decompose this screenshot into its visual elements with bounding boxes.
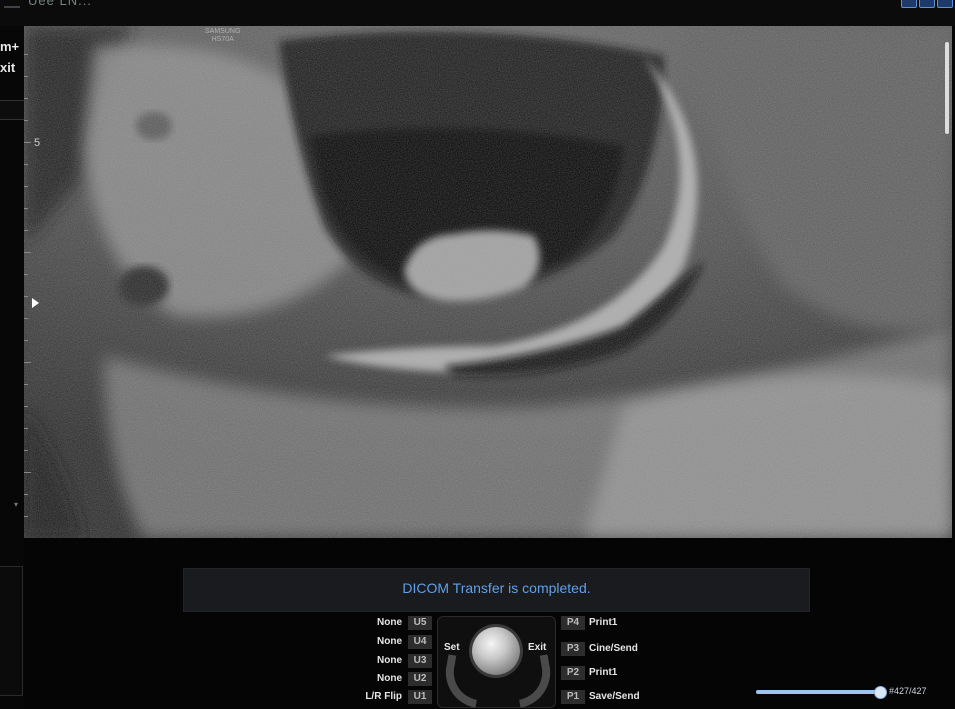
ultrasound-scan-graphic (24, 26, 952, 538)
left-menu-divider (0, 100, 25, 120)
left-menu-label-top[interactable]: m+ (0, 39, 19, 54)
title-bar: Uee LN... (0, 0, 955, 26)
print-key-p3[interactable]: P3 Cine/Send (561, 642, 671, 656)
print-key-badge: P2 (561, 666, 585, 680)
window-title: Uee LN... (28, 0, 92, 8)
brand-line-2: HS70A (211, 36, 234, 43)
user-key-u1[interactable]: L/R Flip U1 (340, 690, 432, 704)
menu-icon[interactable] (4, 0, 20, 8)
focus-marker-icon[interactable] (32, 298, 39, 308)
cine-frame-counter: #427/427 (889, 686, 927, 696)
print-key-badge: P3 (561, 642, 585, 656)
user-key-u5[interactable]: None U5 (360, 616, 432, 630)
print-key-label: Print1 (589, 617, 618, 628)
depth-label: 5 (34, 137, 41, 149)
trackball-set-label[interactable]: Set (444, 642, 460, 653)
user-key-badge: U4 (408, 635, 432, 649)
print-key-label: Save/Send (589, 691, 640, 702)
user-key-label: None (377, 617, 402, 628)
user-key-u4[interactable]: None U4 (360, 635, 432, 649)
left-menu-label-exit[interactable]: xit (0, 60, 15, 75)
window-controls (901, 0, 953, 8)
trackball-left-button[interactable] (440, 654, 484, 708)
left-lower-panel (0, 566, 23, 696)
user-key-u3[interactable]: None U3 (360, 654, 432, 668)
device-brand: SAMSUNG HS70A (205, 28, 240, 44)
user-key-badge: U2 (408, 672, 432, 686)
print-key-p4[interactable]: P4 Print1 (561, 616, 671, 630)
user-key-label: L/R Flip (365, 691, 402, 702)
ultrasound-image[interactable] (24, 26, 952, 538)
print-key-p2[interactable]: P2 Print1 (561, 666, 671, 680)
print-key-p1[interactable]: P1 Save/Send (561, 690, 671, 704)
print-key-badge: P1 (561, 690, 585, 704)
cine-slider-track[interactable] (756, 690, 882, 694)
brand-line-1: SAMSUNG (205, 28, 241, 35)
trackball-exit-label[interactable]: Exit (528, 642, 546, 653)
user-key-label: None (377, 673, 402, 684)
user-key-label: None (377, 636, 402, 647)
maximize-icon[interactable] (919, 0, 935, 8)
user-key-badge: U1 (408, 690, 432, 704)
print-key-label: Cine/Send (589, 643, 638, 654)
cine-slider-fill (756, 690, 882, 694)
user-key-label: None (377, 655, 402, 666)
close-icon[interactable] (937, 0, 953, 8)
user-key-u2[interactable]: None U2 (360, 672, 432, 686)
print-key-badge: P4 (561, 616, 585, 630)
user-key-badge: U3 (408, 654, 432, 668)
scale-end-marker-icon: ▾ (14, 500, 19, 509)
trackball-panel: Set Exit (437, 616, 556, 708)
cine-slider-handle[interactable] (874, 686, 887, 699)
status-message: DICOM Transfer is completed. (402, 580, 591, 596)
minimize-icon[interactable] (901, 0, 917, 8)
status-bar: DICOM Transfer is completed. (183, 568, 810, 612)
trackball-right-button[interactable] (512, 654, 556, 708)
depth-scale (24, 26, 36, 538)
print-key-label: Print1 (589, 667, 618, 678)
user-key-badge: U5 (408, 616, 432, 630)
image-scrollbar[interactable] (945, 42, 949, 134)
